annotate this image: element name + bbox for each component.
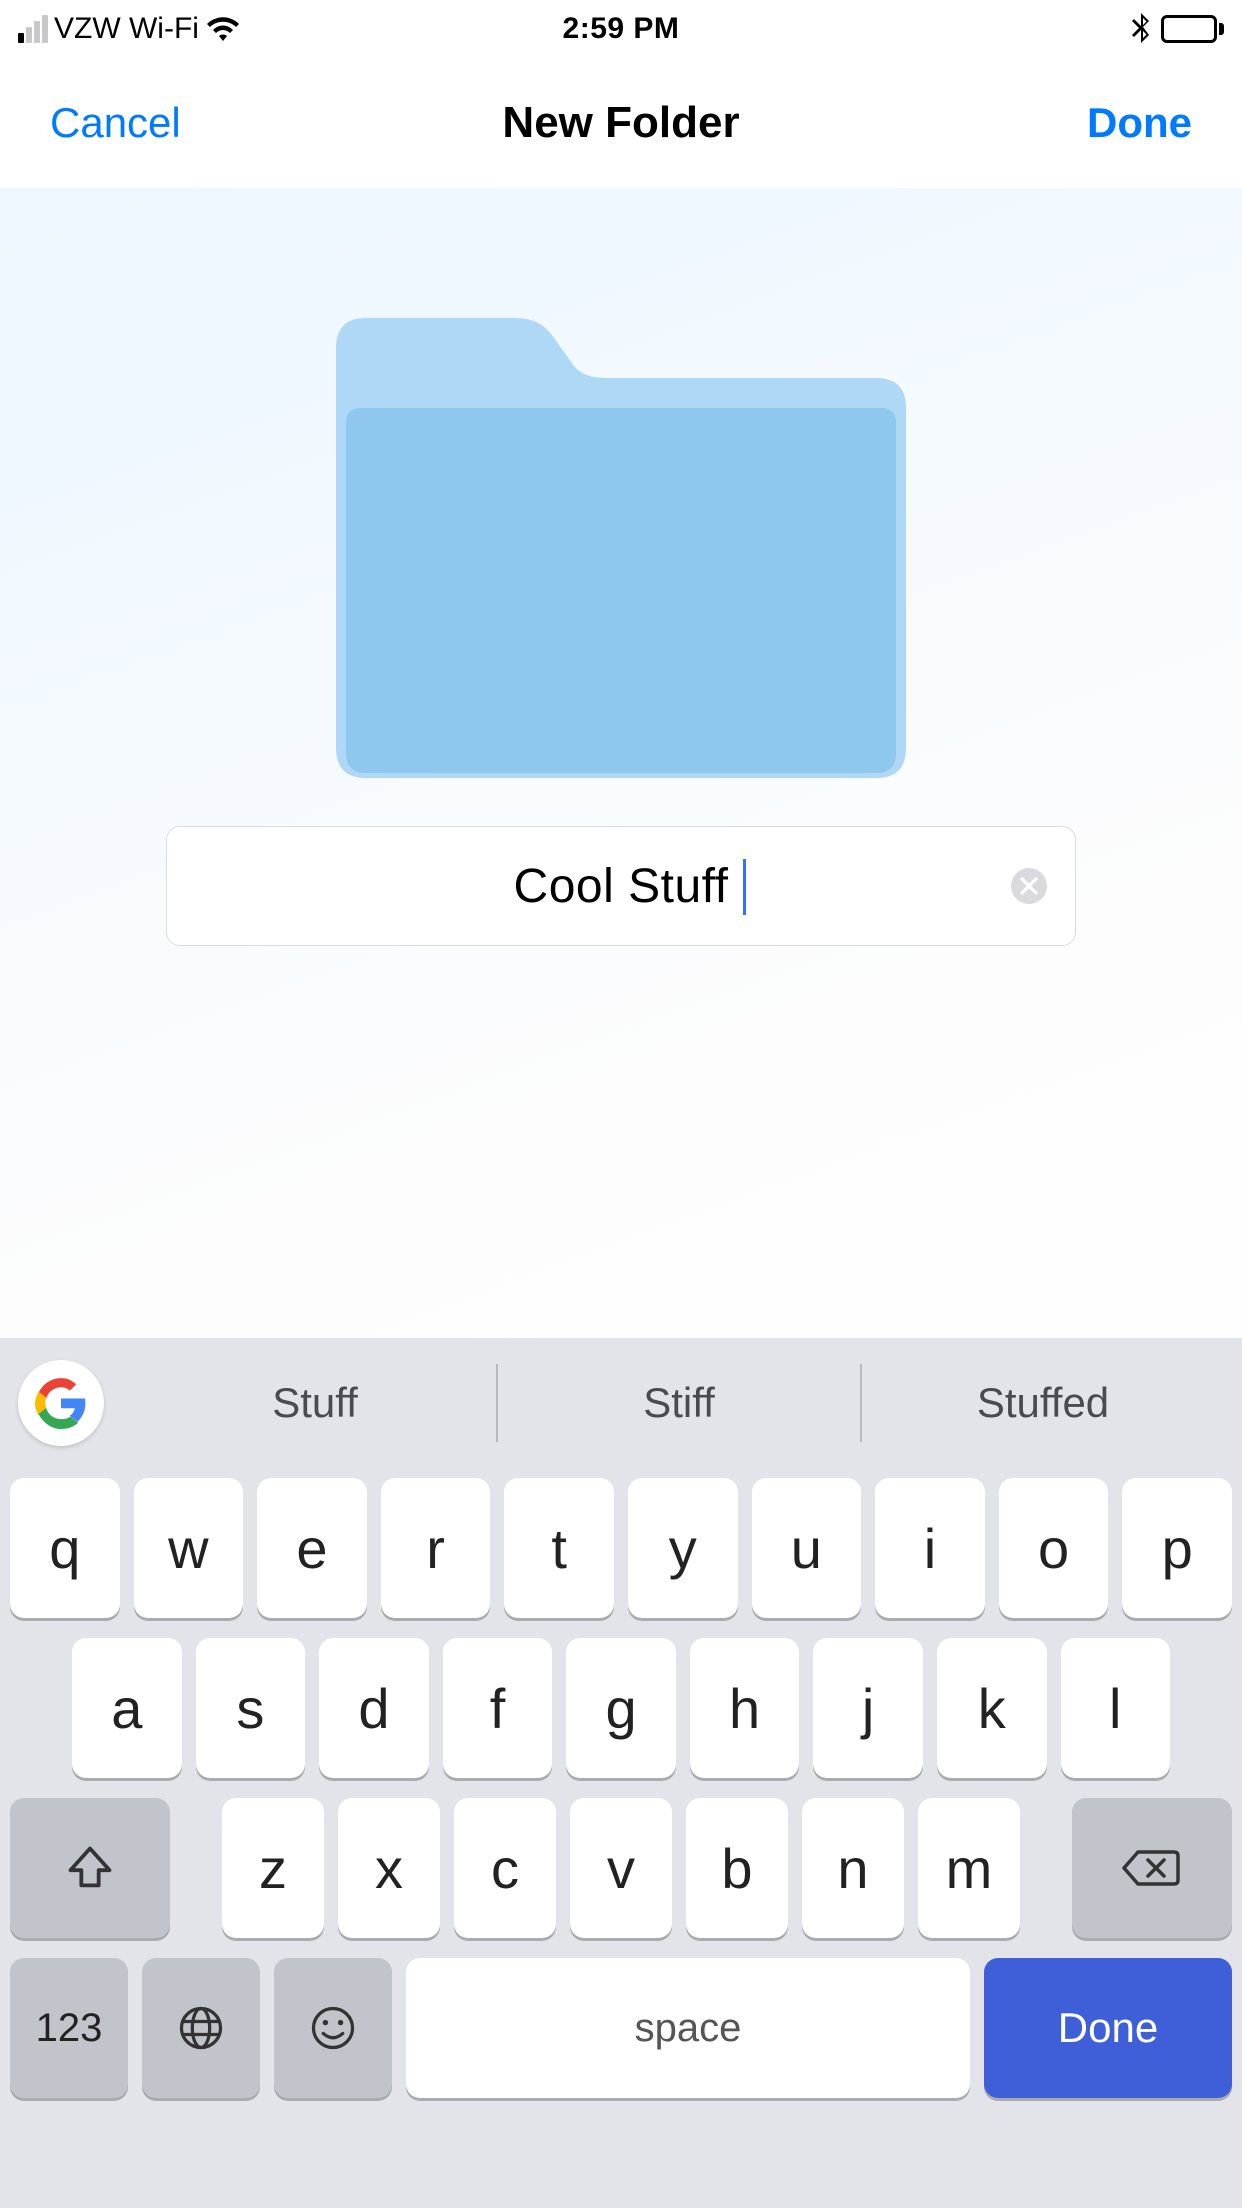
emoji-key[interactable] [274, 1958, 392, 2098]
clear-text-button[interactable] [1011, 868, 1047, 904]
key-w[interactable]: w [134, 1478, 244, 1618]
cellular-signal-icon [18, 15, 48, 43]
battery-icon [1161, 15, 1224, 43]
suggestion-2[interactable]: Stiff [498, 1364, 860, 1442]
key-row-3: z x c v b n m [10, 1798, 1232, 1938]
nav-bar: Cancel New Folder Done [0, 58, 1242, 188]
content-area [0, 188, 1242, 1338]
key-o[interactable]: o [999, 1478, 1109, 1618]
bluetooth-icon [1131, 13, 1151, 45]
status-bar: VZW Wi-Fi 2:59 PM [0, 0, 1242, 58]
suggestion-bar: Stuff Stiff Stuffed [0, 1338, 1242, 1468]
google-search-button[interactable] [18, 1360, 104, 1446]
key-u[interactable]: u [752, 1478, 862, 1618]
keyboard-done-key[interactable]: Done [984, 1958, 1232, 2098]
key-x[interactable]: x [338, 1798, 440, 1938]
suggestion-3[interactable]: Stuffed [862, 1364, 1224, 1442]
key-row-4: 123 space Done [10, 1958, 1232, 2098]
key-s[interactable]: s [196, 1638, 306, 1778]
key-row-1: q w e r t y u i o p [10, 1478, 1232, 1618]
suggestion-1[interactable]: Stuff [134, 1364, 496, 1442]
suggestions: Stuff Stiff Stuffed [134, 1364, 1224, 1442]
key-m[interactable]: m [918, 1798, 1020, 1938]
key-y[interactable]: y [628, 1478, 738, 1618]
key-n[interactable]: n [802, 1798, 904, 1938]
key-i[interactable]: i [875, 1478, 985, 1618]
status-right [1131, 13, 1224, 45]
key-f[interactable]: f [443, 1638, 553, 1778]
key-g[interactable]: g [566, 1638, 676, 1778]
key-e[interactable]: e [257, 1478, 367, 1618]
done-button[interactable]: Done [1087, 99, 1192, 147]
wifi-icon [205, 16, 241, 42]
key-b[interactable]: b [686, 1798, 788, 1938]
status-left: VZW Wi-Fi [18, 12, 241, 46]
space-key[interactable]: space [406, 1958, 970, 2098]
folder-icon [316, 308, 926, 788]
key-z[interactable]: z [222, 1798, 324, 1938]
globe-key[interactable] [142, 1958, 260, 2098]
key-a[interactable]: a [72, 1638, 182, 1778]
key-r[interactable]: r [381, 1478, 491, 1618]
numeric-key[interactable]: 123 [10, 1958, 128, 2098]
folder-name-input[interactable] [258, 859, 984, 914]
key-d[interactable]: d [319, 1638, 429, 1778]
key-row-2: a s d f g h j k l [10, 1638, 1232, 1778]
key-j[interactable]: j [813, 1638, 923, 1778]
folder-name-field-wrap[interactable] [166, 826, 1076, 946]
key-p[interactable]: p [1122, 1478, 1232, 1618]
cancel-button[interactable]: Cancel [50, 99, 181, 147]
key-v[interactable]: v [570, 1798, 672, 1938]
carrier-label: VZW Wi-Fi [54, 12, 199, 46]
keyboard: Stuff Stiff Stuffed q w e r t y u i o p … [0, 1338, 1242, 2208]
page-title: New Folder [0, 98, 1242, 148]
key-l[interactable]: l [1061, 1638, 1171, 1778]
key-rows: q w e r t y u i o p a s d f g h j k l [0, 1468, 1242, 2208]
key-h[interactable]: h [690, 1638, 800, 1778]
shift-key[interactable] [10, 1798, 170, 1938]
backspace-key[interactable] [1072, 1798, 1232, 1938]
key-c[interactable]: c [454, 1798, 556, 1938]
key-k[interactable]: k [937, 1638, 1047, 1778]
text-cursor [743, 859, 746, 915]
key-q[interactable]: q [10, 1478, 120, 1618]
key-t[interactable]: t [504, 1478, 614, 1618]
